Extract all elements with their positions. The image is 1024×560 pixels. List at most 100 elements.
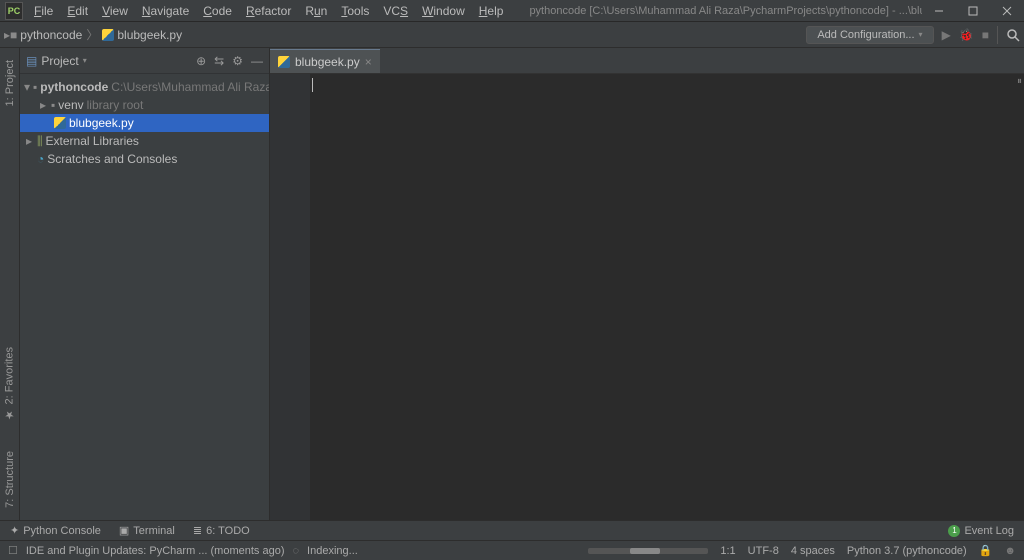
cursor-position[interactable]: 1:1 xyxy=(720,545,735,557)
indent-setting[interactable]: 4 spaces xyxy=(791,545,835,557)
python-icon: ✦ xyxy=(10,524,19,537)
main-menu: File Edit View Navigate Code Refactor Ru… xyxy=(28,2,509,20)
debug-icon[interactable]: 🐞 xyxy=(959,28,974,42)
panel-toolbar: ⊕ ⇆ ⚙ — xyxy=(196,54,263,68)
tree-file-label: blubgeek.py xyxy=(69,116,134,130)
editor-area: blubgeek.py × ⏸ xyxy=(270,48,1024,520)
editor-marks-icon: ⏸ xyxy=(1017,76,1022,87)
folder-icon: ▸■ xyxy=(4,28,17,42)
project-panel-title[interactable]: ▤ Project ▾ xyxy=(26,54,190,68)
search-icon[interactable] xyxy=(1006,28,1020,42)
tree-venv-label: venv xyxy=(58,98,83,112)
toolbar-right: Add Configuration... ▾ ▶ 🐞 ■ xyxy=(806,26,1020,44)
left-tool-gutter: 1: Project ★ 2: Favorites 7: Structure xyxy=(0,48,20,520)
menu-window[interactable]: Window xyxy=(416,2,471,20)
gutter-project-tab[interactable]: 1: Project xyxy=(4,60,16,106)
breadcrumb-project-label: pythoncode xyxy=(20,28,82,42)
separator xyxy=(997,26,998,44)
locate-icon[interactable]: ⊕ xyxy=(196,54,206,68)
interpreter[interactable]: Python 3.7 (pythoncode) xyxy=(847,545,967,557)
project-tree: ▾ ▪ pythoncode C:\Users\Muhammad Ali Raz… xyxy=(20,74,269,172)
breadcrumb-file-label: blubgeek.py xyxy=(117,28,182,42)
event-log-tab[interactable]: Event Log xyxy=(964,525,1014,537)
terminal-icon: ▣ xyxy=(119,524,129,537)
maximize-button[interactable] xyxy=(956,0,990,22)
python-console-tab[interactable]: ✦ Python Console xyxy=(10,524,101,537)
project-panel-header: ▤ Project ▾ ⊕ ⇆ ⚙ — xyxy=(20,48,269,74)
breadcrumb: ▸■ pythoncode 〉 blubgeek.py xyxy=(4,26,806,43)
add-configuration-button[interactable]: Add Configuration... ▾ xyxy=(806,26,933,44)
notification-badge: 1 xyxy=(948,525,960,537)
run-icon[interactable]: ▶ xyxy=(942,28,951,42)
breadcrumb-file[interactable]: blubgeek.py xyxy=(102,28,182,42)
scratch-icon: ◔ xyxy=(37,152,44,166)
navigation-bar: ▸■ pythoncode 〉 blubgeek.py Add Configur… xyxy=(0,22,1024,48)
breadcrumb-project[interactable]: ▸■ pythoncode xyxy=(4,28,82,42)
progress-fill xyxy=(630,548,660,554)
menu-run[interactable]: Run xyxy=(299,2,333,20)
menu-file[interactable]: File xyxy=(28,2,59,20)
menu-tools[interactable]: Tools xyxy=(335,2,375,20)
library-icon: ⫼ xyxy=(37,134,43,149)
tree-root[interactable]: ▾ ▪ pythoncode C:\Users\Muhammad Ali Raz… xyxy=(20,78,269,96)
editor-tab-label: blubgeek.py xyxy=(295,55,360,69)
gutter-favorites-tab[interactable]: ★ 2: Favorites xyxy=(3,347,16,421)
status-indexing: Indexing... xyxy=(307,545,358,557)
editor-tab-blubgeek[interactable]: blubgeek.py × xyxy=(270,49,380,73)
bottom-tool-tabs: ✦ Python Console ▣ Terminal ≣ 6: TODO 1 … xyxy=(0,520,1024,540)
tree-external-libraries[interactable]: ▸ ⫼ External Libraries xyxy=(20,132,269,150)
collapse-icon[interactable]: ⇆ xyxy=(214,54,224,68)
menu-view[interactable]: View xyxy=(96,2,134,20)
menu-edit[interactable]: Edit xyxy=(61,2,94,20)
code-editor[interactable]: ⏸ xyxy=(270,74,1024,520)
expand-arrow-icon[interactable]: ▸ xyxy=(38,98,48,112)
todo-label: 6: TODO xyxy=(206,525,250,537)
chevron-down-icon: ▾ xyxy=(83,56,87,65)
tree-venv[interactable]: ▸ ▪ venv library root xyxy=(20,96,269,114)
expand-arrow-icon[interactable]: ▾ xyxy=(24,80,30,94)
folder-icon: ▪ xyxy=(51,98,55,112)
hide-icon[interactable]: — xyxy=(251,54,263,68)
menu-navigate[interactable]: Navigate xyxy=(136,2,195,20)
menu-refactor[interactable]: Refactor xyxy=(240,2,297,20)
python-file-icon xyxy=(278,56,290,68)
tree-root-path: C:\Users\Muhammad Ali Raza\PycharmProjec… xyxy=(111,80,269,94)
app-icon: PC xyxy=(5,2,23,20)
encoding[interactable]: UTF-8 xyxy=(748,545,779,557)
title-bar: PC File Edit View Navigate Code Refactor… xyxy=(0,0,1024,22)
tree-venv-hint: library root xyxy=(87,98,144,112)
bottom-right: 1 Event Log xyxy=(948,525,1014,537)
add-configuration-label: Add Configuration... xyxy=(817,29,914,41)
main-area: 1: Project ★ 2: Favorites 7: Structure ▤… xyxy=(0,48,1024,520)
tree-ext-libs-label: External Libraries xyxy=(46,134,139,148)
folder-icon: ▪ xyxy=(33,80,37,94)
stop-icon[interactable]: ■ xyxy=(982,28,989,42)
menu-help[interactable]: Help xyxy=(473,2,510,20)
todo-tab[interactable]: ≣ 6: TODO xyxy=(193,524,250,537)
todo-icon: ≣ xyxy=(193,524,202,537)
tree-scratches[interactable]: ◔ Scratches and Consoles xyxy=(20,150,269,168)
expand-arrow-icon[interactable]: ▸ xyxy=(24,134,34,148)
gear-icon[interactable]: ⚙ xyxy=(232,54,243,68)
tree-file-blubgeek[interactable]: blubgeek.py xyxy=(20,114,269,132)
progress-bar xyxy=(588,548,708,554)
status-bar: ☐ IDE and Plugin Updates: PyCharm ... (m… xyxy=(0,540,1024,560)
tree-root-name: pythoncode xyxy=(40,80,108,94)
window-controls xyxy=(922,0,1024,22)
minimize-button[interactable] xyxy=(922,0,956,22)
status-bubble-icon[interactable]: ☐ xyxy=(8,544,18,557)
gutter-structure-tab[interactable]: 7: Structure xyxy=(4,451,16,508)
python-console-label: Python Console xyxy=(23,525,101,537)
close-button[interactable] xyxy=(990,0,1024,22)
lock-icon[interactable]: 🔒 xyxy=(979,544,993,557)
menu-code[interactable]: Code xyxy=(197,2,238,20)
project-view-icon: ▤ xyxy=(26,54,37,68)
spinner-icon: ◌ xyxy=(293,545,300,557)
inspection-icon[interactable]: ☻ xyxy=(1004,545,1016,557)
menu-vcs[interactable]: VCS xyxy=(377,2,414,20)
status-message: IDE and Plugin Updates: PyCharm ... (mom… xyxy=(26,545,285,557)
terminal-tab[interactable]: ▣ Terminal xyxy=(119,524,175,537)
chevron-down-icon: ▾ xyxy=(919,30,923,39)
tree-scratches-label: Scratches and Consoles xyxy=(47,152,177,166)
close-tab-icon[interactable]: × xyxy=(365,55,372,69)
